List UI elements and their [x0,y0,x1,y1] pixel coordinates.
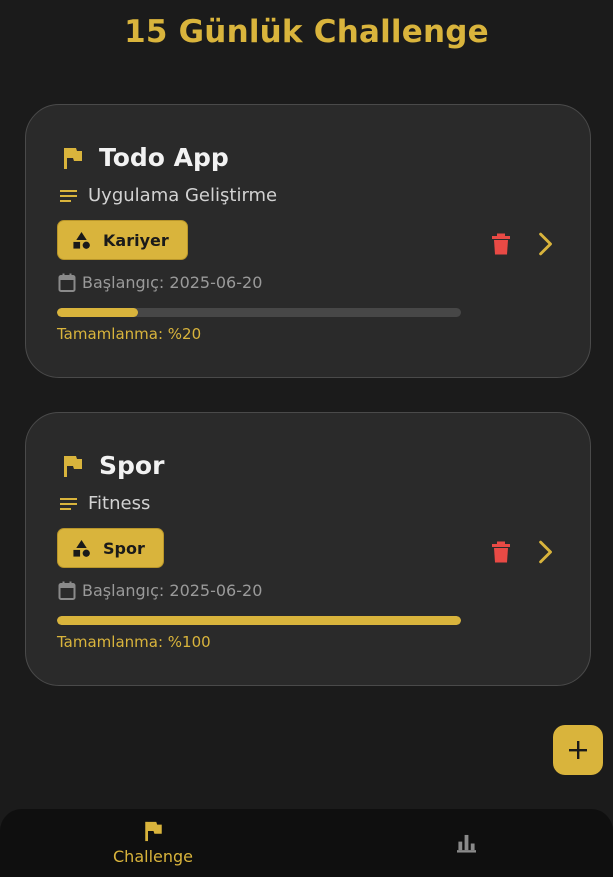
category-chip[interactable]: Spor [57,528,164,568]
progress-bar [57,616,461,625]
flag-icon [64,147,82,169]
open-challenge-button[interactable] [532,536,560,568]
nav-item-stats[interactable] [313,809,613,877]
challenge-header: Todo App [62,143,229,172]
trash-icon [492,541,510,563]
challenge-description-row: Fitness [60,493,150,514]
progress-label: Tamamlanma: %100 [57,633,211,651]
challenge-description: Fitness [88,493,151,514]
challenge-list-screen: 15 Günlük Challenge Todo App Uygulama Ge… [0,0,613,877]
nav-label: Challenge [113,847,193,866]
open-challenge-button[interactable] [532,228,560,260]
category-icon [73,539,90,557]
progress-fill [57,616,461,625]
calendar-icon [58,581,76,600]
progress-bar [57,308,461,317]
start-date: Başlangıç: 2025-06-20 [82,273,263,292]
nav-item-challenge[interactable]: Challenge [0,809,306,877]
challenge-header: Spor [62,451,164,480]
delete-button[interactable] [488,538,514,566]
challenge-title: Todo App [99,143,229,172]
challenge-description: Uygulama Geliştirme [88,185,278,206]
challenge-card[interactable]: Spor Fitness Spor Başlangıç: 2025-06-20 … [25,412,591,686]
progress-fill [57,308,138,317]
plus-icon [569,741,587,759]
bar-chart-icon [456,834,476,853]
flag-icon [64,455,82,477]
challenge-card[interactable]: Todo App Uygulama Geliştirme Kariyer Baş… [25,104,591,378]
calendar-icon [58,273,76,292]
chevron-right-icon [539,232,552,256]
add-challenge-button[interactable] [553,725,603,775]
start-date: Başlangıç: 2025-06-20 [82,581,263,600]
bottom-navigation: Challenge [0,809,613,877]
start-date-row: Başlangıç: 2025-06-20 [58,273,262,292]
category-icon [73,231,90,249]
trash-icon [492,233,510,255]
category-label: Spor [103,538,145,558]
challenge-description-row: Uygulama Geliştirme [60,185,277,206]
category-label: Kariyer [103,230,169,250]
delete-button[interactable] [488,230,514,258]
page-title: 15 Günlük Challenge [124,14,489,50]
challenge-title: Spor [99,451,165,480]
start-date-row: Başlangıç: 2025-06-20 [58,581,262,600]
notes-icon [60,189,77,202]
category-chip[interactable]: Kariyer [57,220,188,260]
flag-icon [144,821,162,842]
chevron-right-icon [539,540,552,564]
progress-label: Tamamlanma: %20 [57,325,202,343]
notes-icon [60,497,77,510]
